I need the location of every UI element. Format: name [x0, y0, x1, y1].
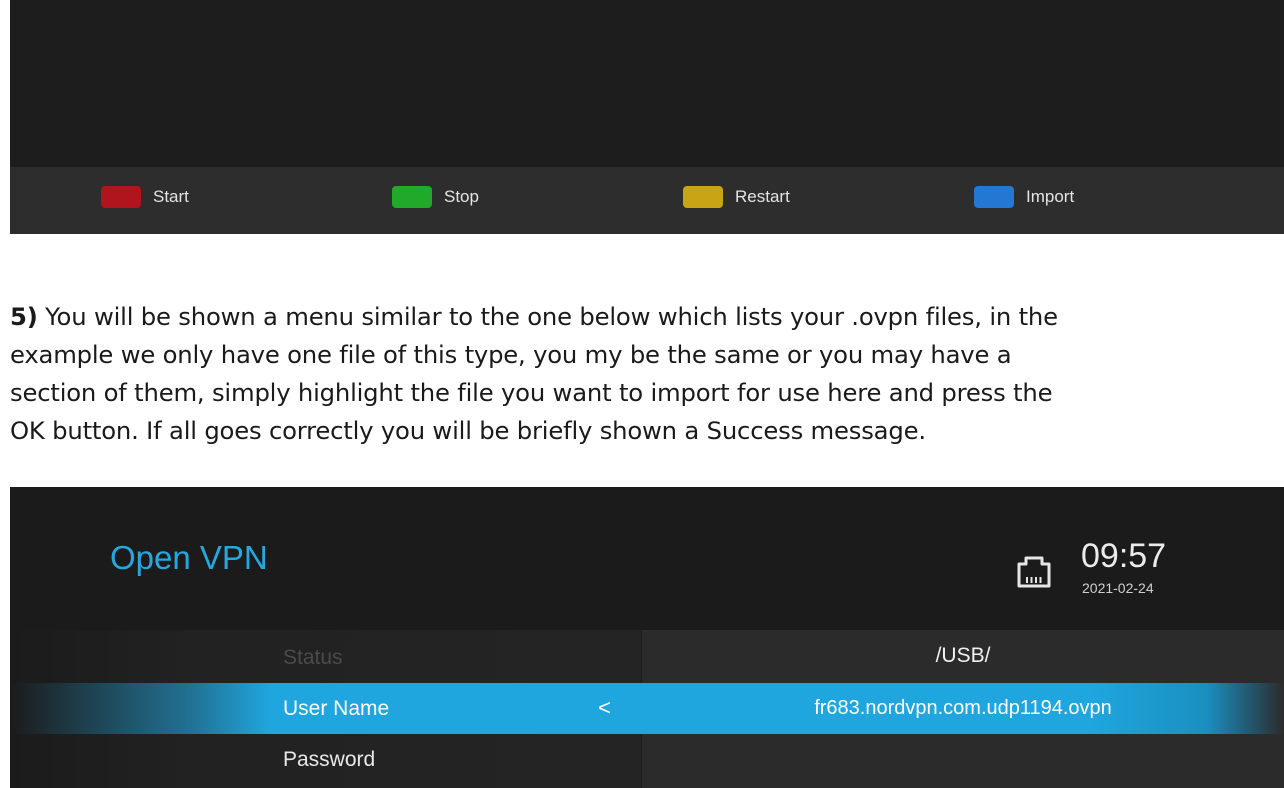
- paragraph-line-4: OK button. If all goes correctly you wil…: [10, 416, 926, 445]
- instruction-paragraph: 5) You will be shown a menu similar to t…: [10, 298, 1284, 450]
- paragraph-line-1: 5) You will be shown a menu similar to t…: [10, 298, 1284, 336]
- color-button-bar: [10, 167, 1284, 234]
- yellow-key-icon: [683, 186, 723, 208]
- clock-date: 2021-02-24: [1082, 580, 1154, 596]
- top-screenshot: [10, 0, 1284, 234]
- red-start-button[interactable]: Start: [101, 183, 189, 211]
- current-path: /USB/: [935, 644, 991, 667]
- red-key-icon: [101, 186, 141, 208]
- paragraph-line-1-text: You will be shown a menu similar to the …: [37, 302, 1058, 331]
- import-label: Import: [1026, 187, 1075, 206]
- restart-label: Restart: [735, 187, 790, 206]
- start-label: Start: [153, 187, 189, 206]
- chevron-left-icon: <: [598, 695, 611, 720]
- clock-time: 09:57: [1081, 537, 1167, 575]
- green-key-icon: [392, 186, 432, 208]
- openvpn-screenshot: Open VPN 09:57 2021-02-24 Status User Na…: [10, 487, 1284, 788]
- menu-item-password[interactable]: Password: [10, 734, 642, 785]
- blue-import-button[interactable]: Import: [974, 183, 1074, 211]
- menu-item-label: Password: [283, 747, 376, 771]
- page-title: Open VPN: [110, 539, 268, 576]
- paragraph-line-3: section of them, simply highlight the fi…: [10, 378, 1053, 407]
- step-number: 5): [10, 302, 38, 331]
- file-name: fr683.nordvpn.com.udp1194.ovpn: [814, 697, 1112, 719]
- paragraph-line-2: example we only have one file of this ty…: [10, 340, 1012, 369]
- menu-item-label: User Name: [283, 696, 390, 720]
- menu-item-status[interactable]: Status: [10, 632, 642, 683]
- yellow-restart-button[interactable]: Restart: [683, 183, 790, 211]
- green-stop-button[interactable]: Stop: [392, 183, 479, 211]
- menu-item-label: Status: [283, 645, 343, 669]
- menu-item-user-name[interactable]: User Name <: [10, 683, 642, 734]
- ethernet-icon: [1017, 556, 1051, 588]
- stop-label: Stop: [444, 187, 479, 206]
- file-list-item[interactable]: fr683.nordvpn.com.udp1194.ovpn: [642, 683, 1284, 734]
- blue-key-icon: [974, 186, 1014, 208]
